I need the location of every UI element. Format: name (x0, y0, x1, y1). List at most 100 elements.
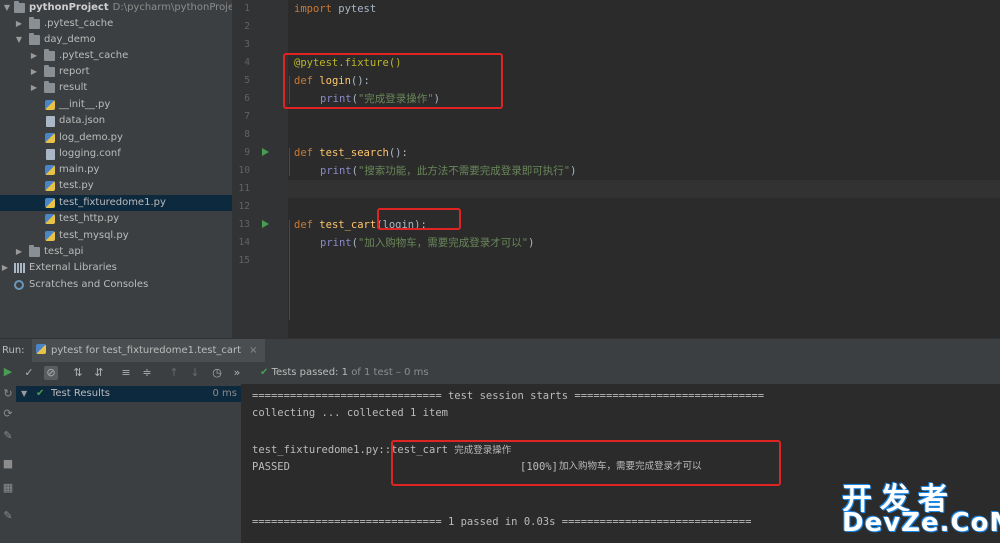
stop-icon[interactable]: ■ (2, 458, 14, 470)
sort-alpha-icon[interactable]: ⇅ (71, 366, 85, 380)
tree-item-test-http-py[interactable]: test_http.py (0, 211, 232, 227)
previous-failed-icon[interactable]: ↑ (167, 366, 181, 380)
test-results-root[interactable]: ▼ ✔ Test Results 0 ms (16, 386, 241, 402)
collapse-all-icon[interactable]: ≑ (140, 366, 154, 380)
tree-item-data-json[interactable]: data.json (0, 113, 232, 129)
tree-item-label: test.py (59, 180, 94, 191)
chevron-right-icon[interactable]: ▶ (0, 260, 10, 276)
tree-item-init-py[interactable]: __init__.py (0, 97, 232, 113)
show-ignored-icon[interactable]: ⊘ (44, 366, 58, 380)
highlight-box (283, 53, 503, 109)
fold-guide (289, 148, 290, 176)
tree-item-main-py[interactable]: main.py (0, 162, 232, 178)
close-icon[interactable]: × (249, 345, 257, 356)
chevron-down-icon[interactable]: ▼ (21, 386, 27, 402)
layout-icon[interactable]: ▦ (2, 482, 14, 494)
tree-item-test-api[interactable]: ▶ test_api (0, 244, 232, 260)
tree-item-label: logging.conf (59, 148, 121, 159)
tree-item-pytest-cache[interactable]: ▶ .pytest_cache (0, 16, 232, 32)
tree-item-label: pythonProject (29, 2, 109, 13)
code-editor[interactable]: 1 2 3 4 5 6 7 8 9 10 11 12 13 14 15 impo… (232, 0, 1000, 338)
chevron-down-icon[interactable]: ▼ (2, 0, 12, 16)
chevron-down-icon[interactable]: ▼ (14, 32, 24, 48)
check-icon: ✔ (260, 367, 269, 378)
tree-item-test-py[interactable]: test.py (0, 178, 232, 194)
line-number: 5 (244, 75, 250, 86)
python-file-icon (36, 344, 46, 354)
show-passed-icon[interactable]: ✓ (22, 366, 36, 380)
chevron-right-icon[interactable]: ▶ (14, 16, 24, 32)
line-number: 4 (244, 57, 250, 68)
keyword: import (294, 3, 332, 15)
run-tab[interactable]: pytest for test_fixturedome1.test_cart × (32, 339, 266, 363)
pin-icon[interactable]: ✎ (2, 510, 14, 522)
string-literal: "搜索功能，此方法不需要完成登录即可执行" (357, 165, 571, 177)
more-icon[interactable]: » (230, 366, 244, 380)
toggle-auto-test-icon[interactable]: ⟳ (2, 408, 14, 420)
tree-item-external-libraries[interactable]: ▶ External Libraries (0, 260, 232, 276)
next-failed-icon[interactable]: ↓ (188, 366, 202, 380)
test-history-icon[interactable]: ◷ (210, 366, 224, 380)
builtin: print (320, 237, 352, 249)
code-text: ) (570, 165, 577, 177)
folder-icon (44, 49, 55, 61)
tests-passed-count: 1 (341, 367, 348, 378)
run-side-toolbar: ▶ ↻ ⟳ ✎ ■ ▦ ✎ (0, 362, 16, 543)
test-results-time: 0 ms (212, 388, 238, 399)
tree-item-label: report (59, 66, 90, 77)
scratches-icon (14, 280, 24, 290)
wrench-icon[interactable]: ✎ (2, 430, 14, 442)
tree-item-report[interactable]: ▶ report (0, 64, 232, 80)
line-number: 6 (244, 93, 250, 104)
tree-item-day-demo-pytest-cache[interactable]: ▶ .pytest_cache (0, 48, 232, 64)
tree-item-label: test_mysql.py (59, 230, 129, 241)
expand-all-icon[interactable]: ≡ (119, 366, 133, 380)
tree-item-pythonProject[interactable]: ▼ pythonProject D:\pycharm\pythonProject (0, 0, 232, 16)
tree-item-label: day_demo (44, 34, 96, 45)
line-number: 11 (238, 183, 250, 194)
tree-item-logging-conf[interactable]: logging.conf (0, 146, 232, 162)
console-line: ============================== test sess… (252, 390, 765, 402)
chevron-right-icon[interactable]: ▶ (14, 244, 24, 260)
code-text: (): (388, 147, 408, 159)
console-text: PASSED (252, 461, 290, 473)
line-number: 8 (244, 129, 250, 140)
folder-icon (29, 17, 40, 29)
check-icon: ✔ (36, 388, 45, 399)
chevron-right-icon[interactable]: ▶ (29, 64, 39, 80)
sort-duration-icon[interactable]: ⇵ (92, 366, 106, 380)
python-file-icon (45, 214, 55, 224)
run-test-icon[interactable] (262, 220, 269, 228)
function-name: test_search (319, 147, 389, 159)
tree-item-label: result (59, 82, 88, 93)
fold-guide (289, 220, 290, 320)
tests-passed-detail: of 1 test – 0 ms (351, 367, 429, 378)
tree-item-label: test_http.py (59, 213, 120, 224)
run-test-icon[interactable] (262, 148, 269, 156)
code-line-14: print("加入购物车，需要完成登录才可以") (320, 234, 534, 252)
tree-item-test-mysql-py[interactable]: test_mysql.py (0, 228, 232, 244)
tree-item-label: log_demo.py (59, 132, 123, 143)
json-file-icon (46, 116, 55, 127)
tree-item-log-demo-py[interactable]: log_demo.py (0, 130, 232, 146)
line-number: 13 (238, 219, 250, 230)
line-number: 1 (244, 3, 250, 14)
code-text: pytest (331, 3, 377, 15)
run-label: Run: (2, 345, 25, 356)
tree-item-label: test_api (44, 246, 84, 257)
line-number: 7 (244, 111, 250, 122)
tree-item-day-demo[interactable]: ▼ day_demo (0, 32, 232, 48)
rerun-icon[interactable]: ▶ (2, 366, 14, 378)
chevron-right-icon[interactable]: ▶ (29, 80, 39, 96)
folder-icon (44, 65, 55, 77)
tree-item-scratches[interactable]: Scratches and Consoles (0, 277, 232, 293)
tree-item-result[interactable]: ▶ result (0, 80, 232, 96)
line-number: 10 (238, 165, 250, 176)
code-line-1: import pytest (294, 0, 376, 18)
tree-item-test-fixturedome1-py[interactable]: test_fixturedome1.py (0, 195, 232, 211)
chevron-right-icon[interactable]: ▶ (29, 48, 39, 64)
tree-item-label: .pytest_cache (59, 50, 129, 61)
rerun-failed-icon[interactable]: ↻ (2, 388, 14, 400)
watermark-logo: 开发者 DevZe.CoM (840, 474, 1000, 543)
console-line: ============================== 1 passed … (252, 516, 752, 528)
